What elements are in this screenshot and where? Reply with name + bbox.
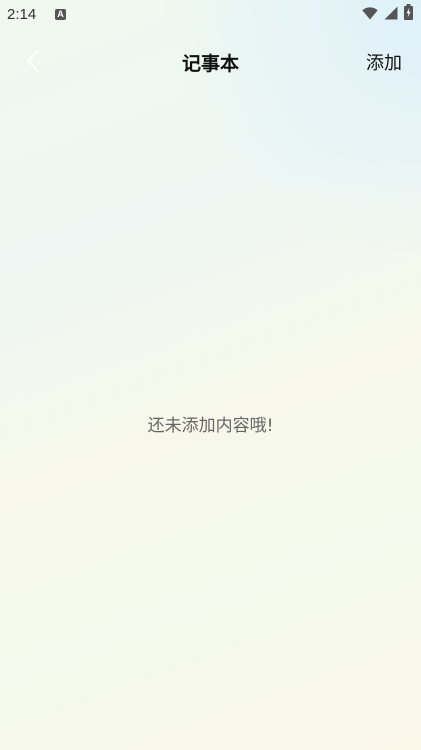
status-time: 2:14 [7,6,37,23]
notepad-screen: 2:14 A 记事本 添加 还未添加内容哦! [0,0,421,750]
navigation-bar: 记事本 添加 [0,40,421,84]
empty-state-message: 还未添加内容哦! [147,416,274,436]
add-button[interactable]: 添加 [366,49,402,75]
status-bar: 2:14 A [0,0,421,28]
page-title: 记事本 [181,53,239,75]
status-icons [362,4,413,24]
signal-icon [384,5,398,24]
battery-icon [404,4,413,24]
app-notification-icon: A [55,9,66,20]
wifi-icon [362,5,378,24]
